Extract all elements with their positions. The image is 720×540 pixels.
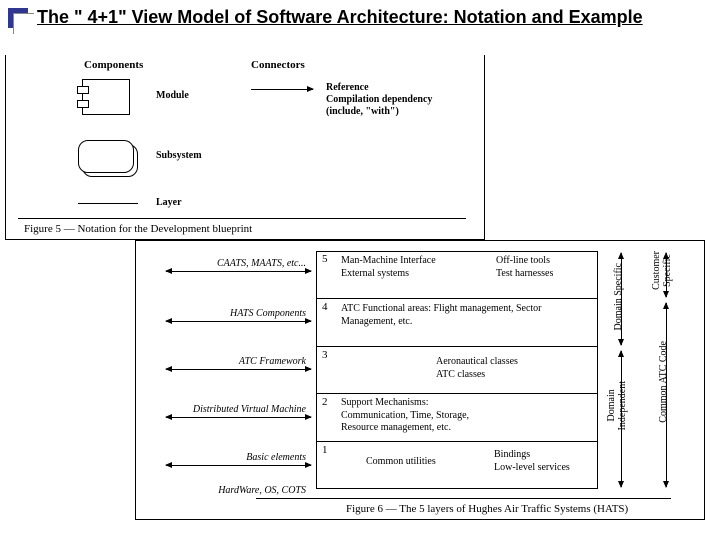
fig6-left-label: ATC Framework — [166, 356, 306, 367]
module-label: Module — [156, 90, 189, 101]
fig6-left-label: Distributed Virtual Machine — [166, 404, 306, 415]
fig6-cell: Support Mechanisms: Communication, Time,… — [341, 397, 586, 435]
fig5-rule — [18, 218, 466, 219]
module-icon — [82, 79, 130, 115]
fig6-cell: Man-Machine Interface External systems — [341, 255, 471, 280]
subsystem-icon — [78, 140, 134, 173]
fig5-caption: Figure 5 — Notation for the Development … — [24, 223, 252, 235]
fig6-left-arrow — [166, 369, 311, 370]
fig6-layer-number: 4 — [322, 301, 328, 313]
slide-bullet-icon — [8, 8, 28, 28]
fig5-connectors-header: Connectors — [251, 59, 305, 71]
fig6-left-arrow — [166, 417, 311, 418]
fig6-row-divider — [316, 441, 598, 442]
fig6-left-label: HATS Components — [166, 308, 306, 319]
layer-icon — [78, 203, 138, 204]
fig6-bottom-label: HardWare, OS, COTS — [166, 485, 306, 496]
fig6-layer-number: 5 — [322, 253, 328, 265]
subsystem-label: Subsystem — [156, 150, 202, 161]
fig6-rule — [256, 498, 671, 499]
figure-5: Components Connectors Module Subsystem L… — [5, 55, 485, 240]
fig6-cell: Bindings Low-level services — [494, 449, 594, 474]
figure-6: CAATS, MAATS, etc... HATS Components ATC… — [135, 240, 705, 520]
fig6-layer-number: 3 — [322, 349, 328, 361]
fig6-cell: ATC Functional areas: Flight management,… — [341, 303, 586, 328]
vlabel-domain-independent: Domain Independent — [606, 381, 628, 430]
fig6-caption: Figure 6 — The 5 layers of Hughes Air Tr… — [346, 503, 628, 515]
fig6-row-divider — [316, 346, 598, 347]
fig6-cell: Common utilities — [366, 456, 476, 469]
vlabel-customer-specific: Customer Specific — [651, 251, 673, 290]
fig6-left-label: Basic elements — [166, 452, 306, 463]
fig6-cell: Aeronautical classes ATC classes — [436, 356, 586, 381]
fig6-left-arrow — [166, 465, 311, 466]
fig6-left-arrow — [166, 321, 311, 322]
connector-label: Reference Compilation dependency (includ… — [326, 82, 432, 118]
fig6-row-divider — [316, 393, 598, 394]
layer-label: Layer — [156, 197, 182, 208]
fig6-left-arrow — [166, 271, 311, 272]
fig5-components-header: Components — [84, 59, 143, 71]
fig6-layer-number: 2 — [322, 396, 328, 408]
reference-arrow-icon — [251, 89, 313, 90]
fig6-layer-number: 1 — [322, 444, 328, 456]
slide-title: The " 4+1" View Model of Software Archit… — [37, 6, 643, 29]
vlabel-common-atc: Common ATC Code — [658, 341, 669, 423]
fig6-left-label: CAATS, MAATS, etc... — [166, 258, 306, 269]
fig6-cell: Off-line tools Test harnesses — [496, 255, 596, 280]
fig6-row-divider — [316, 298, 598, 299]
vlabel-domain-specific: Domain Specific — [613, 263, 624, 330]
